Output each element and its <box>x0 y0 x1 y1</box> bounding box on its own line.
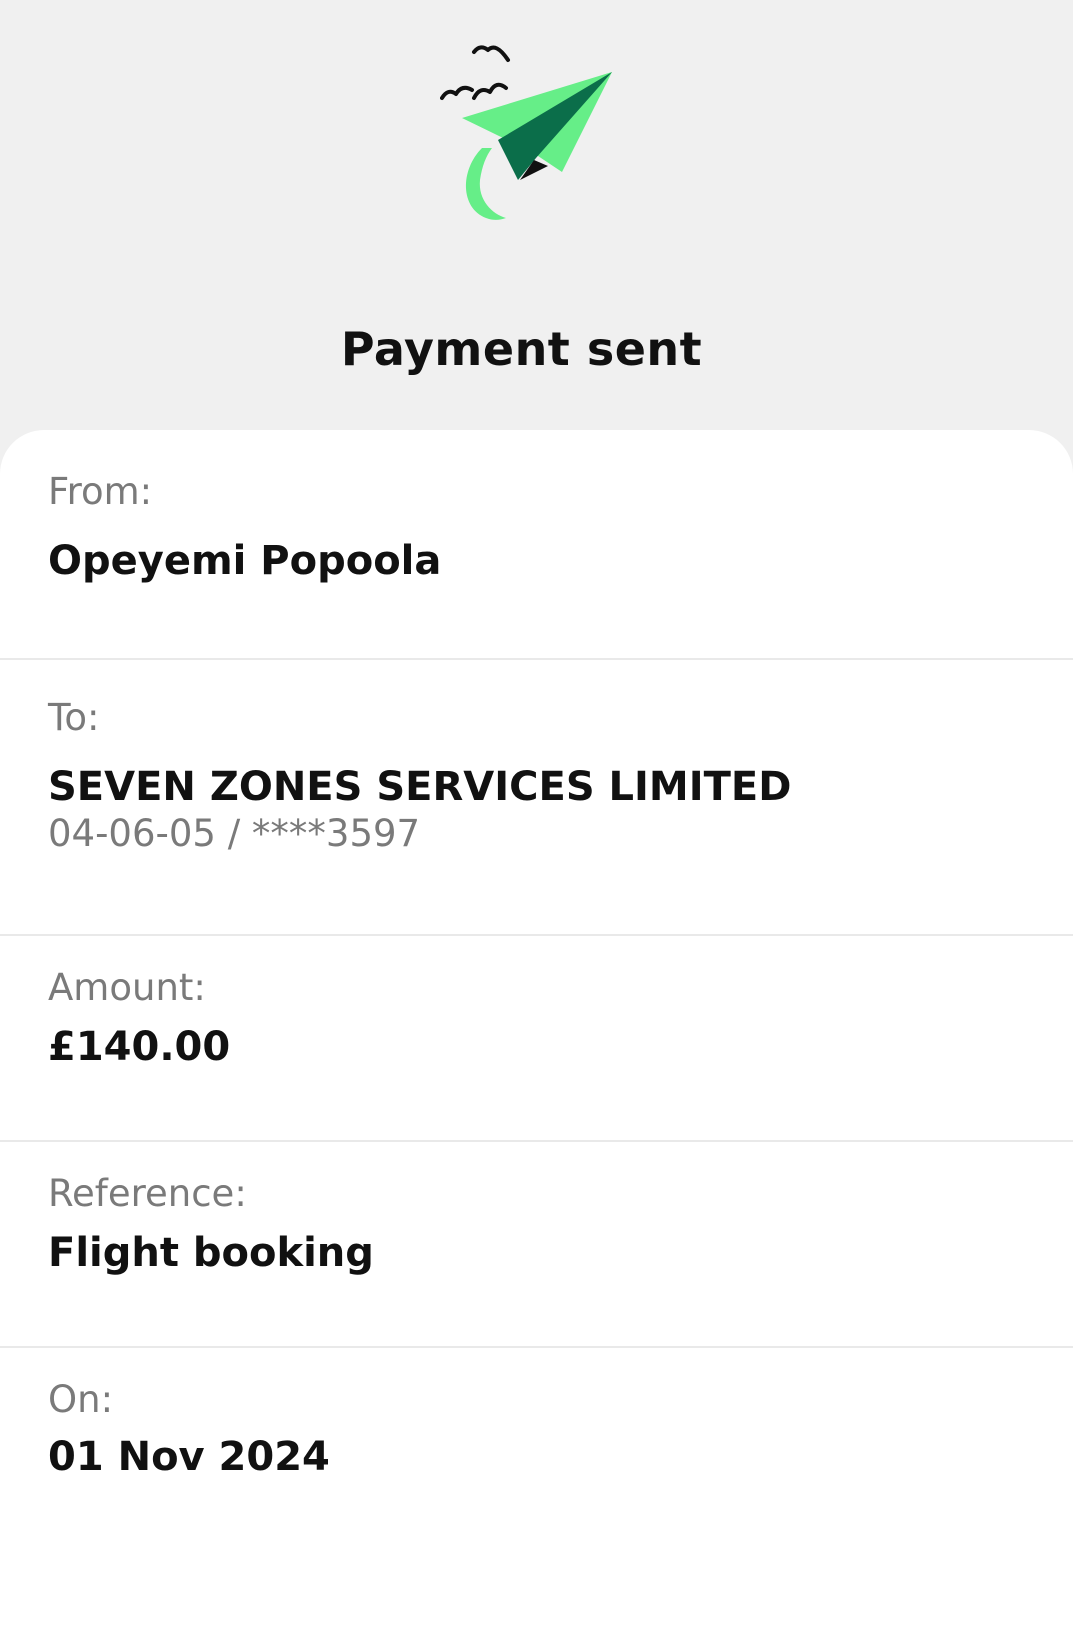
payment-details-card: From: Opeyemi Popoola To: SEVEN ZONES SE… <box>0 430 1073 1630</box>
from-label: From: <box>48 470 153 513</box>
date-value: 01 Nov 2024 <box>48 1434 330 1480</box>
paper-plane-icon <box>440 45 612 220</box>
to-account: 04-06-05 / ****3597 <box>48 812 421 855</box>
header: Payment sent <box>0 0 1073 430</box>
divider <box>0 934 1073 936</box>
amount-label: Amount: <box>48 966 206 1009</box>
from-value: Opeyemi Popoola <box>48 538 442 584</box>
to-label: To: <box>48 696 100 739</box>
divider <box>0 1346 1073 1348</box>
date-label: On: <box>48 1378 114 1421</box>
reference-label: Reference: <box>48 1172 247 1215</box>
reference-value: Flight booking <box>48 1230 374 1276</box>
divider <box>0 658 1073 660</box>
divider <box>0 1140 1073 1142</box>
page-title: Payment sent <box>340 322 703 376</box>
to-value: SEVEN ZONES SERVICES LIMITED <box>48 764 792 810</box>
amount-value: £140.00 <box>48 1024 231 1070</box>
